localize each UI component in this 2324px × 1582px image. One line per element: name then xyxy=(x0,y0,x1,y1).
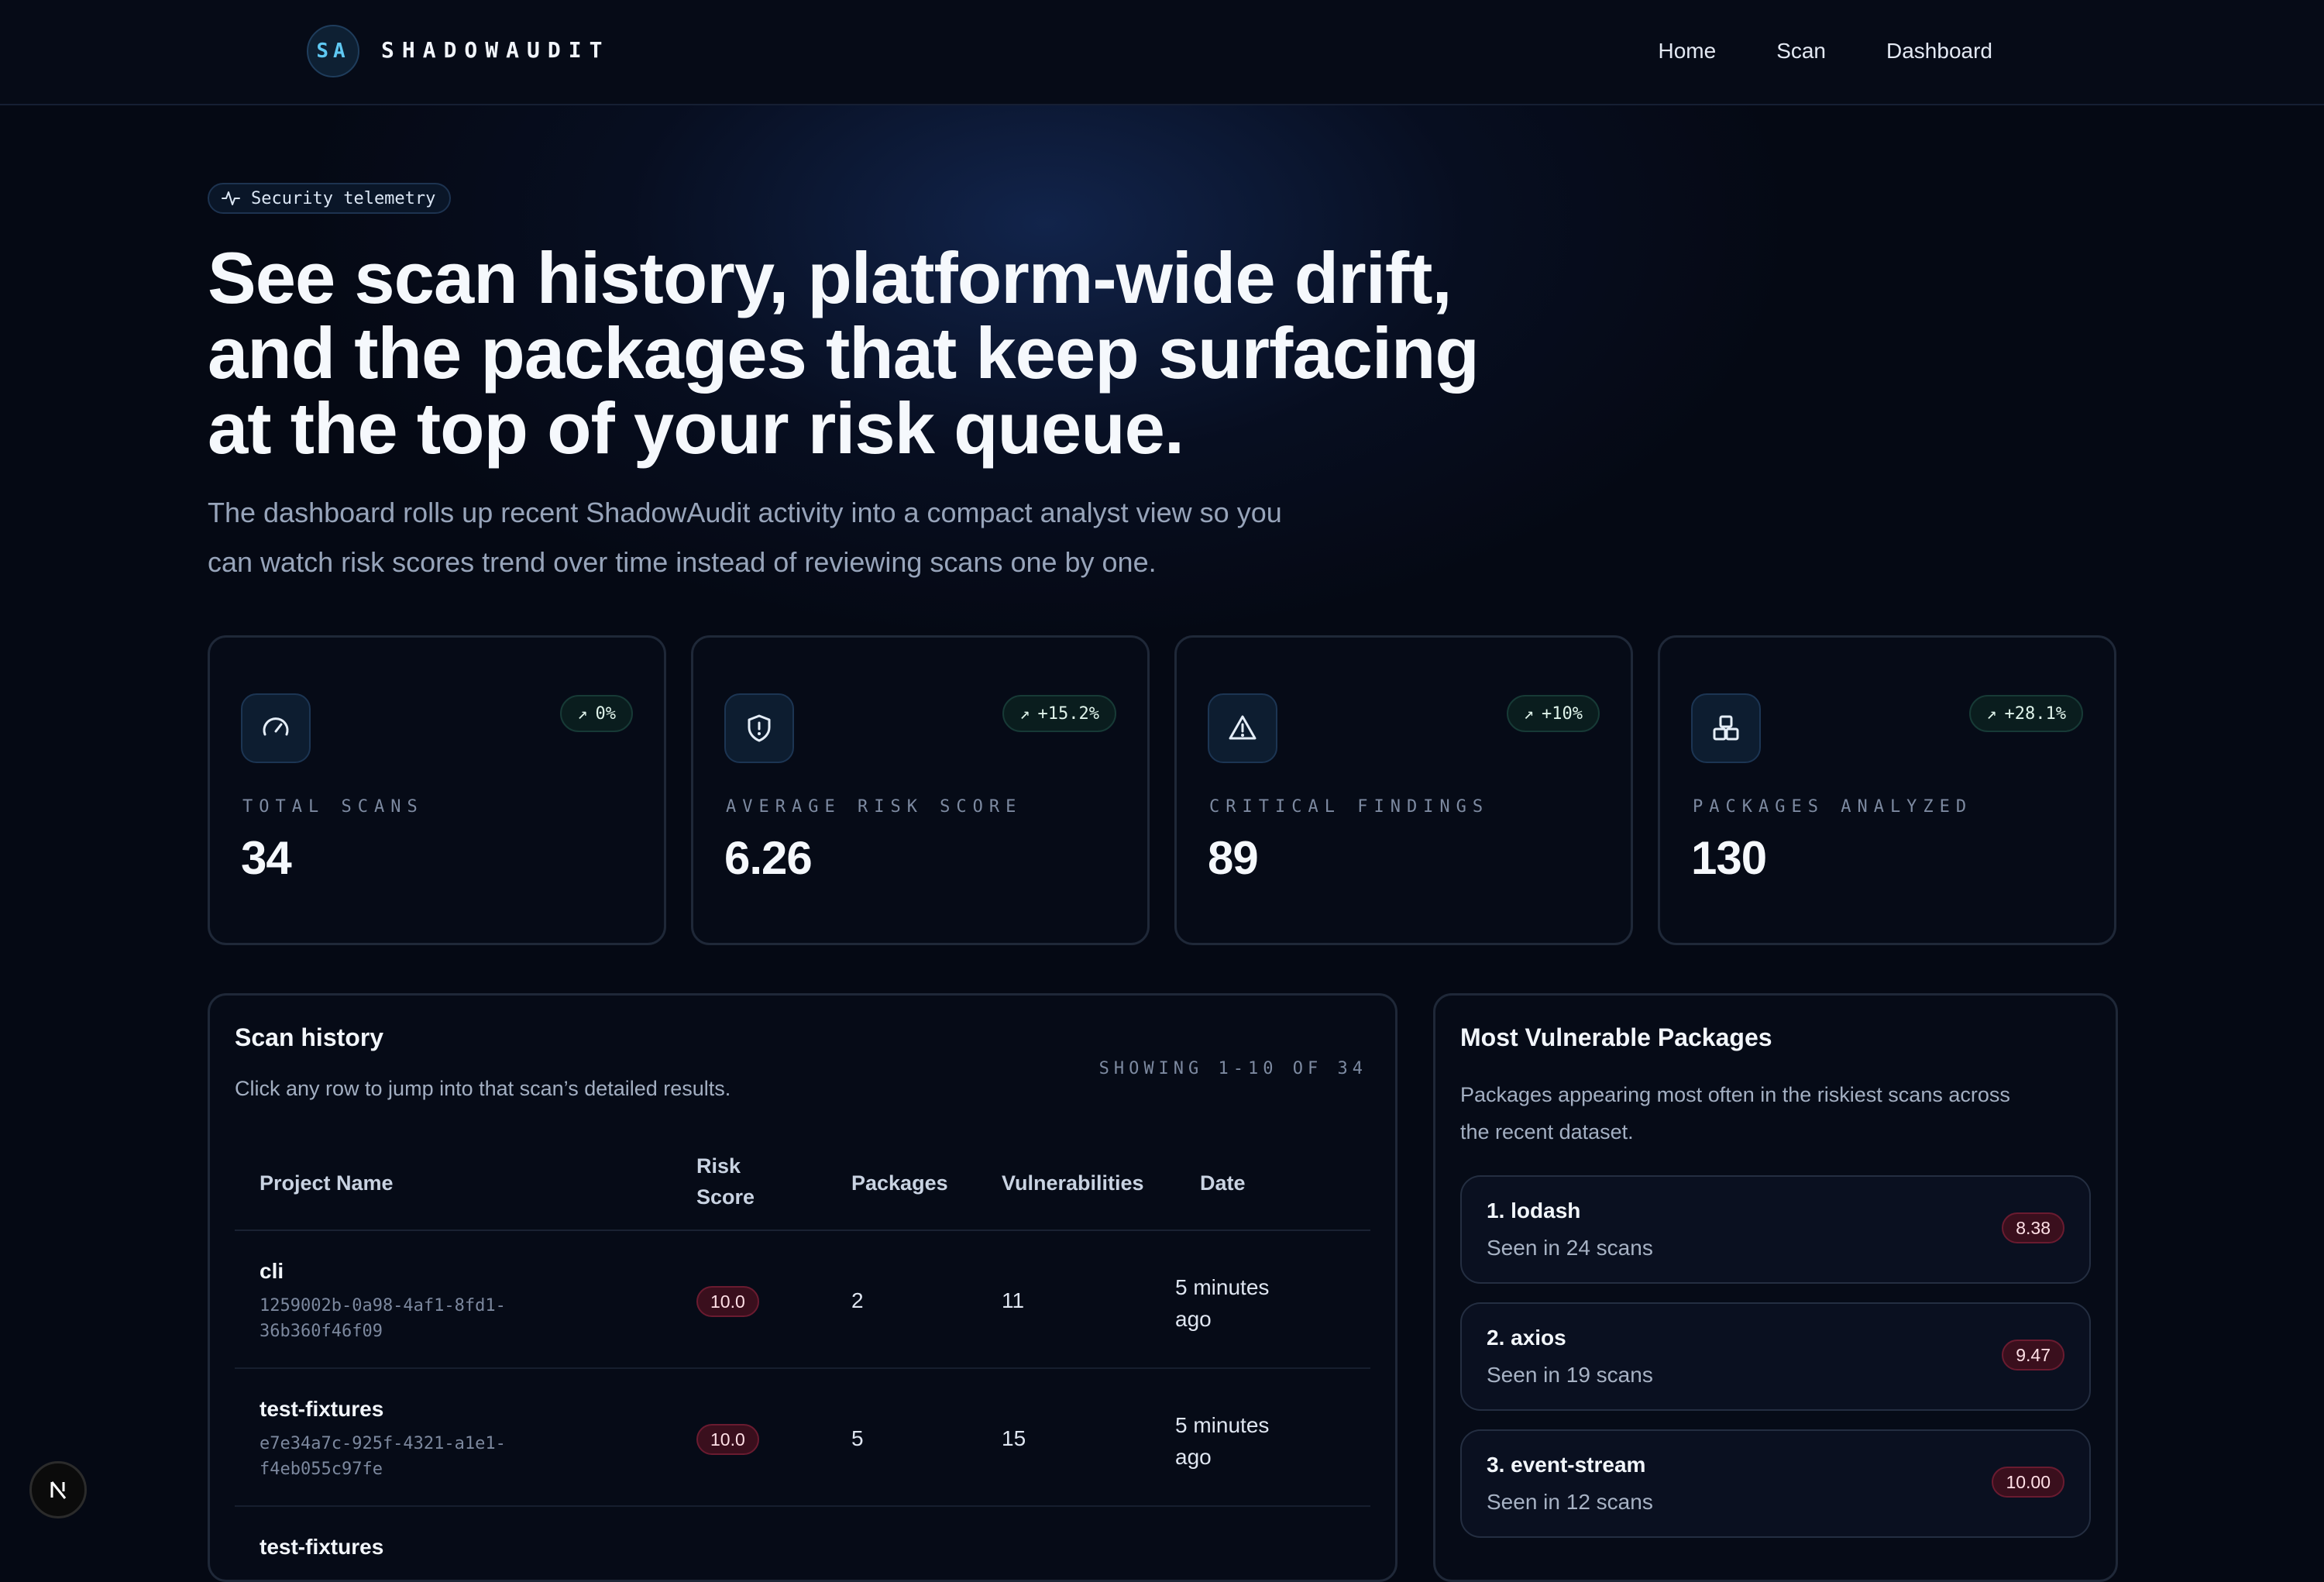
pagination-summary: SHOWING 1-10 OF 34 xyxy=(1098,1059,1367,1078)
scan-id-line: 1259002b-0a98-4af1-8fd1- xyxy=(260,1296,506,1315)
panel-description-line: Packages appearing most often in the ris… xyxy=(1460,1083,2010,1106)
trend-value: +28.1% xyxy=(2004,703,2066,724)
packages-count: 2 xyxy=(851,1288,864,1312)
vulnerable-packages-panel: Most Vulnerable Packages Packages appear… xyxy=(1433,993,2118,1582)
scan-id-line: f4eb055c97fe xyxy=(260,1460,383,1479)
security-telemetry-pill: Security telemetry xyxy=(208,183,452,214)
stat-label: PACKAGES ANALYZED xyxy=(1693,797,1973,817)
shield-alert-icon xyxy=(724,693,794,763)
scan-id-line: 36b360f46f09 xyxy=(260,1322,383,1341)
project-name: test-fixtures xyxy=(260,1397,384,1421)
package-item[interactable]: 1. lodash Seen in 24 scans 8.38 xyxy=(1460,1175,2091,1284)
project-name: test-fixtures xyxy=(260,1535,384,1559)
package-seen-count: Seen in 12 scans xyxy=(1487,1490,1653,1514)
scan-date-line: ago xyxy=(1175,1445,1212,1469)
boxes-icon xyxy=(1691,693,1761,763)
package-name: 1. lodash xyxy=(1487,1199,1581,1223)
scan-id-line: e7e34a7c-925f-4321-a1e1- xyxy=(260,1434,506,1453)
package-item[interactable]: 3. event-stream Seen in 12 scans 10.00 xyxy=(1460,1429,2091,1538)
package-risk-badge: 10.00 xyxy=(1992,1467,2064,1498)
scan-id: e7e34a7c-925f-4321-a1e1- f4eb055c97fe xyxy=(260,1431,554,1482)
column-header-date[interactable]: Date xyxy=(1200,1168,1246,1199)
vulnerabilities-count: 11 xyxy=(1002,1288,1025,1312)
trend-badge: ↗ +15.2% xyxy=(1002,695,1116,732)
panel-description: Packages appearing most often in the ris… xyxy=(1460,1076,2010,1150)
hero-title-line: and the packages that keep surfacing xyxy=(208,312,1480,394)
stat-value: 130 xyxy=(1691,832,1767,884)
hero-subtitle: The dashboard rolls up recent ShadowAudi… xyxy=(208,488,1416,587)
warning-triangle-icon xyxy=(1208,693,1277,763)
panel-title: Most Vulnerable Packages xyxy=(1460,1023,1772,1051)
nav-scan-link[interactable]: Scan xyxy=(1776,39,1826,64)
package-risk-badge: 9.47 xyxy=(2002,1340,2064,1370)
scan-date-line: 5 minutes xyxy=(1175,1413,1270,1437)
package-seen-count: Seen in 24 scans xyxy=(1487,1236,1653,1260)
package-risk-badge: 8.38 xyxy=(2002,1212,2064,1243)
scan-history-panel: Scan history Click any row to jump into … xyxy=(208,993,1397,1582)
arrow-up-right-icon: ↗ xyxy=(1986,703,1997,724)
stat-card-packages-analyzed: ↗ +28.1% PACKAGES ANALYZED 130 xyxy=(1658,635,2116,945)
package-name: 3. event-stream xyxy=(1487,1453,1646,1477)
stat-value: 89 xyxy=(1208,832,1259,884)
pill-label: Security telemetry xyxy=(251,188,436,208)
scan-date: 5 minutes ago xyxy=(1175,1271,1330,1335)
project-name: cli xyxy=(260,1259,284,1283)
logo-badge[interactable]: SA xyxy=(307,25,359,77)
stat-card-average-risk: ↗ +15.2% AVERAGE RISK SCORE 6.26 xyxy=(691,635,1150,945)
package-seen-count: Seen in 19 scans xyxy=(1487,1363,1653,1387)
hero-title-line: See scan history, platform-wide drift, xyxy=(208,237,1452,318)
package-name: 2. axios xyxy=(1487,1326,1566,1350)
panel-title: Scan history xyxy=(235,1023,384,1051)
column-header-project[interactable]: Project Name xyxy=(260,1168,394,1199)
stat-card-total-scans: ↗ 0% TOTAL SCANS 34 xyxy=(208,635,666,945)
trend-value: 0% xyxy=(595,703,617,724)
trend-badge: ↗ 0% xyxy=(560,695,633,732)
trend-value: +15.2% xyxy=(1037,703,1099,724)
stat-card-critical-findings: ↗ +10% CRITICAL FINDINGS 89 xyxy=(1174,635,1633,945)
arrow-up-right-icon: ↗ xyxy=(1523,703,1535,724)
stat-label: CRITICAL FINDINGS xyxy=(1209,797,1490,817)
column-header-risk-line: Score xyxy=(696,1185,755,1209)
vulnerabilities-count: 15 xyxy=(1002,1426,1026,1450)
table-row[interactable]: cli 1259002b-0a98-4af1-8fd1- 36b360f46f0… xyxy=(235,1231,1370,1369)
column-header-risk[interactable]: Risk Score xyxy=(696,1150,755,1212)
nav-dashboard-link[interactable]: Dashboard xyxy=(1886,39,1992,64)
stat-label: AVERAGE RISK SCORE xyxy=(726,797,1023,817)
arrow-up-right-icon: ↗ xyxy=(577,703,588,724)
nav-home-link[interactable]: Home xyxy=(1658,39,1716,64)
table-row[interactable]: test-fixtures e7e34a7c-925f-4321-a1e1- f… xyxy=(235,1369,1370,1507)
scan-date-line: ago xyxy=(1175,1307,1212,1331)
scan-date-line: 5 minutes xyxy=(1175,1275,1270,1299)
hero-subtitle-line: can watch risk scores trend over time in… xyxy=(208,546,1157,578)
arrow-up-right-icon: ↗ xyxy=(1019,703,1030,724)
hero-title-line: at the top of your risk queue. xyxy=(208,387,1184,469)
scan-date: 5 minutes ago xyxy=(1175,1409,1330,1473)
column-header-risk-line: Risk xyxy=(696,1154,741,1178)
panel-description: Click any row to jump into that scan’s d… xyxy=(235,1077,731,1100)
nextjs-logo-icon xyxy=(50,1481,67,1499)
nav-links: Home Scan Dashboard xyxy=(1658,39,1992,64)
panel-description-line: the recent dataset. xyxy=(1460,1120,1634,1144)
hero-title: See scan history, platform-wide drift, a… xyxy=(208,240,1571,466)
stat-value: 6.26 xyxy=(724,832,813,884)
gauge-icon xyxy=(241,693,311,763)
trend-badge: ↗ +28.1% xyxy=(1969,695,2083,732)
package-item[interactable]: 2. axios Seen in 19 scans 9.47 xyxy=(1460,1302,2091,1411)
trend-value: +10% xyxy=(1542,703,1583,724)
risk-score-badge: 10.0 xyxy=(696,1286,759,1317)
hero-subtitle-line: The dashboard rolls up recent ShadowAudi… xyxy=(208,497,1282,528)
brand-name[interactable]: SHADOWAUDIT xyxy=(381,37,610,63)
risk-score-badge: 10.0 xyxy=(696,1424,759,1455)
nextjs-dev-indicator[interactable] xyxy=(29,1461,87,1518)
activity-icon xyxy=(222,191,240,205)
stat-value: 34 xyxy=(241,832,292,884)
scan-id: 1259002b-0a98-4af1-8fd1- 36b360f46f09 xyxy=(260,1293,554,1344)
table-row[interactable]: test-fixtures xyxy=(235,1507,1370,1580)
column-header-packages[interactable]: Packages xyxy=(851,1168,948,1199)
stat-label: TOTAL SCANS xyxy=(242,797,424,817)
column-header-vulnerabilities[interactable]: Vulnerabilities xyxy=(1002,1168,1144,1199)
trend-badge: ↗ +10% xyxy=(1506,695,1600,732)
packages-count: 5 xyxy=(851,1426,864,1450)
top-nav: SA SHADOWAUDIT Home Scan Dashboard xyxy=(0,0,2324,105)
